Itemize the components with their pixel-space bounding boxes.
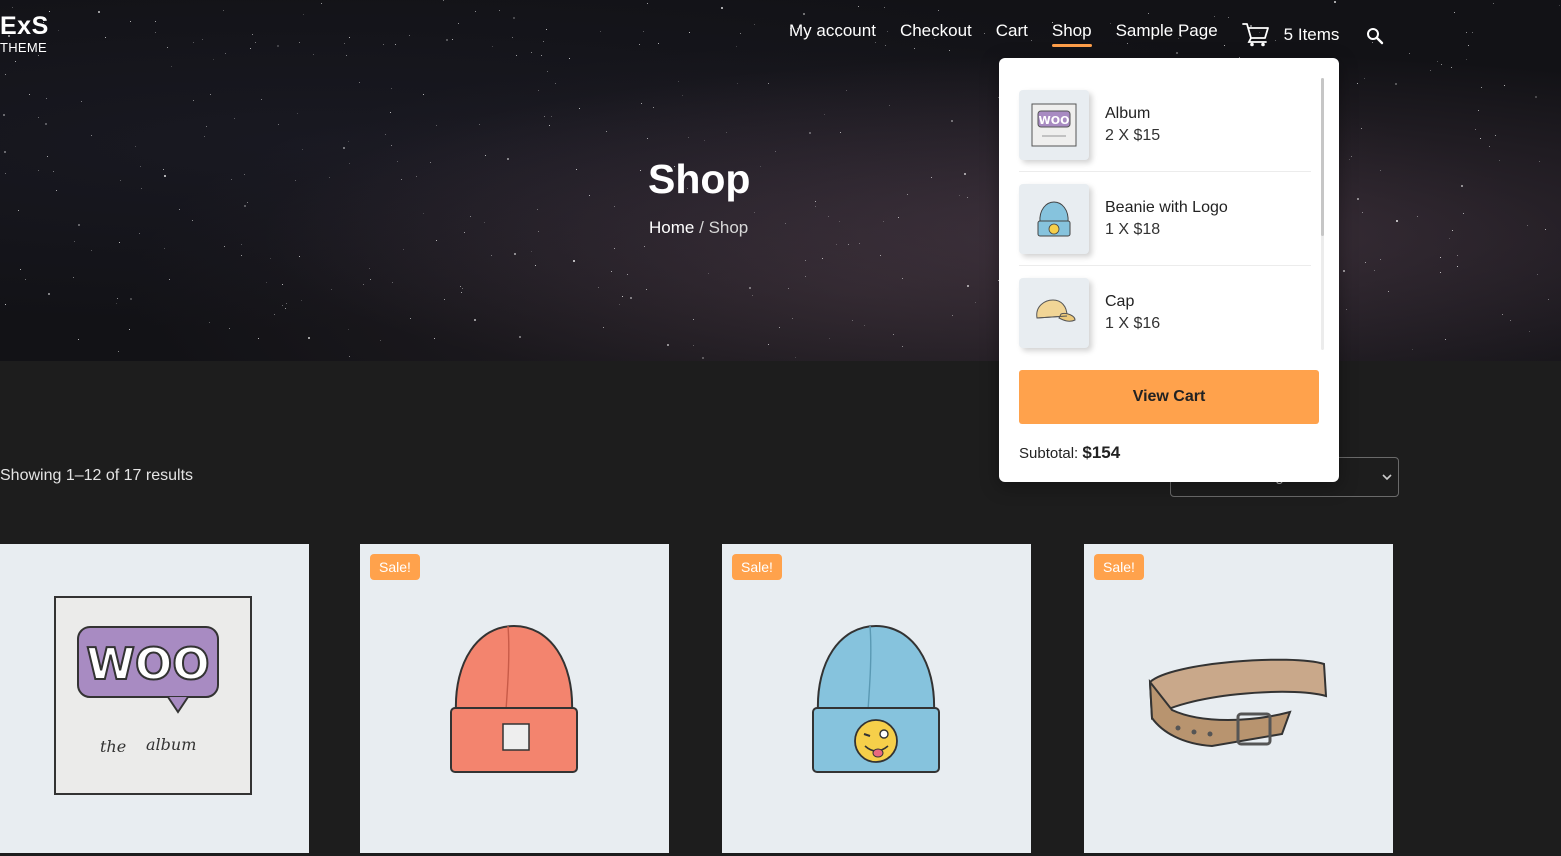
breadcrumb-current: Shop [708, 218, 749, 237]
mini-cart-item[interactable]: Beanie with Logo 1 X $18 [1019, 172, 1311, 266]
product-card-beanie[interactable]: Sale! [360, 544, 669, 853]
mini-cart-scrollbar-thumb[interactable] [1321, 78, 1324, 236]
breadcrumb: Home / Shop [649, 218, 748, 238]
breadcrumb-separator: / [699, 218, 704, 237]
cart-count: 5 Items [1283, 25, 1340, 44]
product-card-beanie-with-logo[interactable]: Sale! [722, 544, 1031, 853]
nav-my-account[interactable]: My account [789, 21, 876, 47]
nav-cart[interactable]: Cart [996, 21, 1028, 47]
search-icon[interactable] [1366, 27, 1384, 45]
mini-cart-item-quantity: 1 X $18 [1105, 220, 1161, 238]
logo-tagline: THEME [0, 40, 47, 55]
mini-cart-item[interactable]: WOO Album 2 X $15 [1019, 78, 1311, 172]
mini-cart-dropdown: WOO Album 2 X $15 Beanie with Logo 1 X $… [999, 58, 1339, 482]
mini-cart-scrollbar[interactable] [1321, 78, 1324, 350]
cart-icon [1241, 23, 1269, 47]
mini-cart-subtotal: Subtotal: $154 [1019, 443, 1120, 463]
mini-cart-item-quantity: 2 X $15 [1105, 126, 1161, 144]
album-image: WOO the album [54, 596, 252, 795]
breadcrumb-home-link[interactable]: Home [649, 218, 694, 237]
logo-name: ExS [0, 12, 49, 40]
orange-beanie-image [450, 624, 578, 773]
view-cart-button[interactable]: View Cart [1019, 370, 1319, 424]
subtotal-label: Subtotal: [1019, 445, 1079, 462]
mini-cart-item-name[interactable]: Beanie with Logo [1105, 197, 1228, 219]
mini-cart-item-name[interactable]: Album [1105, 103, 1160, 125]
chevron-down-icon [1382, 474, 1392, 481]
album-thumbnail: WOO [1019, 89, 1089, 160]
mini-cart-item-quantity: 1 X $16 [1105, 315, 1161, 332]
sale-badge: Sale! [1094, 554, 1144, 580]
nav-checkout[interactable]: Checkout [900, 21, 972, 47]
product-card-belt[interactable]: Sale! [1084, 544, 1393, 853]
mini-cart-list: WOO Album 2 X $15 Beanie with Logo 1 X $… [1019, 78, 1311, 360]
main-navigation: My account Checkout Cart Shop Sample Pag… [789, 21, 1339, 47]
page-title: Shop [648, 156, 751, 202]
svg-text:WOO: WOO [1039, 114, 1070, 127]
header-cart-button[interactable]: 5 Items [1241, 21, 1340, 47]
mini-cart-item-name[interactable]: Cap [1105, 291, 1160, 313]
blue-beanie-image [812, 624, 940, 773]
result-count: Showing 1–12 of 17 results [0, 467, 194, 484]
beanie-thumbnail [1019, 183, 1089, 254]
nav-shop[interactable]: Shop [1051, 21, 1092, 47]
cap-thumbnail [1019, 278, 1089, 348]
sale-badge: Sale! [732, 554, 782, 580]
svg-text:the: the [100, 737, 126, 756]
svg-text:album: album [146, 735, 196, 754]
site-logo[interactable]: ExS THEME [0, 12, 49, 56]
nav-sample-page[interactable]: Sample Page [1116, 21, 1218, 47]
sale-badge: Sale! [370, 554, 420, 580]
subtotal-value: $154 [1082, 443, 1121, 462]
mini-cart-item[interactable]: Cap 1 X $16 [1019, 266, 1311, 360]
svg-text:WOO: WOO [86, 639, 209, 690]
product-card-album[interactable]: WOO the album [0, 544, 309, 853]
belt-image [1148, 658, 1328, 748]
